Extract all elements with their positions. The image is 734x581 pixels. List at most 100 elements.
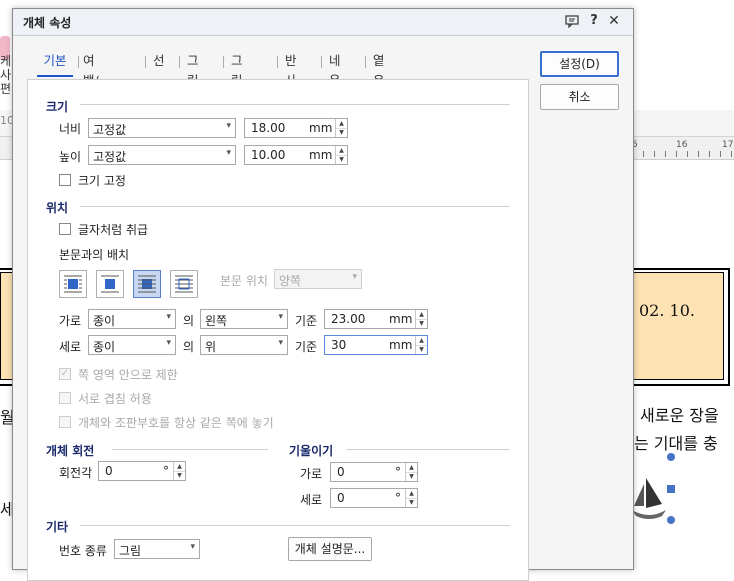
same-page-label: 개체와 조판부호를 항상 같은 쪽에 놓기 xyxy=(78,416,274,430)
ship-image[interactable] xyxy=(632,474,666,522)
horizontal-label: 가로 xyxy=(59,314,82,328)
skew-h-label: 가로 xyxy=(300,467,323,481)
width-mode-select[interactable]: 고정값 ▾ xyxy=(88,118,236,138)
tab-picture[interactable]: 그림 xyxy=(187,51,199,88)
restrict-checkbox[interactable]: ✓ xyxy=(59,368,71,380)
chevron-down-icon: ▾ xyxy=(226,121,231,131)
height-mode-select[interactable]: 고정값 ▾ xyxy=(88,145,236,165)
tab-neon[interactable]: 네온 xyxy=(329,51,341,88)
help-icon[interactable]: ? xyxy=(586,13,602,29)
spin-down-icon[interactable]: ▼ xyxy=(416,345,427,354)
ok-button[interactable]: 설정(D) xyxy=(540,51,619,77)
number-type-value: 그림 xyxy=(119,544,142,558)
horizontal-align-select[interactable]: 왼쪽 ▾ xyxy=(200,309,288,329)
height-mode-value: 고정값 xyxy=(93,150,127,164)
overlap-label: 서로 겹침 허용 xyxy=(78,392,152,406)
body-position-select[interactable]: 양쪽 ▾ xyxy=(274,269,362,289)
dialog-titlebar[interactable]: 개체 속성 ? ✕ xyxy=(13,9,633,36)
chevron-down-icon: ▾ xyxy=(278,312,283,322)
width-label: 너비 xyxy=(59,122,82,136)
vertical-label: 세로 xyxy=(59,340,82,354)
spin-buttons: ▲ ▼ xyxy=(405,489,417,507)
chevron-down-icon: ▾ xyxy=(278,338,283,348)
vertical-align-value: 위 xyxy=(205,340,217,354)
wrap-top-bottom-button[interactable] xyxy=(96,270,124,298)
angle-label: 회전각 xyxy=(59,466,93,480)
spin-down-icon[interactable]: ▼ xyxy=(336,128,347,137)
overlap-checkbox[interactable] xyxy=(59,392,71,404)
spin-buttons: ▲ ▼ xyxy=(415,310,427,328)
ruler-number: 16 xyxy=(676,140,688,150)
chevron-down-icon: ▾ xyxy=(352,272,357,282)
divider xyxy=(80,525,510,526)
section-rotation: 개체 회전 xyxy=(46,444,95,458)
tab-shadow[interactable]: 그림자 xyxy=(231,51,243,108)
basis-label: 기준 xyxy=(295,340,318,354)
vertical-offset-input[interactable]: 30 mm ▲ ▼ xyxy=(324,335,428,355)
selection-handle[interactable] xyxy=(667,453,675,461)
selection-handle[interactable] xyxy=(667,516,675,524)
chevron-down-icon: ▾ xyxy=(166,312,171,322)
spin-down-icon[interactable]: ▼ xyxy=(416,319,427,328)
wrap-in-front-button[interactable] xyxy=(170,270,198,298)
object-description-button[interactable]: 개체 설명문... xyxy=(288,537,372,561)
section-position: 위치 xyxy=(46,201,69,215)
height-label: 높이 xyxy=(59,150,82,164)
restrict-label: 쪽 영역 안으로 제한 xyxy=(78,368,178,382)
horizontal-ref-select[interactable]: 종이 ▾ xyxy=(88,309,176,329)
spin-down-icon[interactable]: ▼ xyxy=(174,471,185,480)
spin-down-icon[interactable]: ▼ xyxy=(406,472,417,481)
tab-separator xyxy=(145,56,146,68)
basis-label: 기준 xyxy=(295,314,318,328)
tab-line[interactable]: 선 xyxy=(153,51,165,75)
section-etc: 기타 xyxy=(46,520,69,534)
doc-line: 새로운 장을 xyxy=(640,406,719,425)
fix-size-checkbox[interactable] xyxy=(59,174,71,186)
number-type-select[interactable]: 그림 ▾ xyxy=(114,539,200,559)
vertical-align-select[interactable]: 위 ▾ xyxy=(200,335,288,355)
wrap-behind-text-button[interactable] xyxy=(133,270,161,298)
cancel-button[interactable]: 취소 xyxy=(540,84,619,110)
horizontal-offset-value: 23.00 xyxy=(331,312,366,326)
ruler-ticks xyxy=(632,151,732,157)
unit-label: mm xyxy=(309,148,333,162)
vertical-offset-value: 30 xyxy=(331,338,347,352)
divider xyxy=(80,104,510,105)
vertical-ref-value: 종이 xyxy=(93,340,116,354)
close-icon[interactable]: ✕ xyxy=(606,13,622,29)
width-mode-value: 고정값 xyxy=(93,123,127,137)
tab-margin-caption[interactable]: 여백/캡션 xyxy=(83,51,99,128)
divider xyxy=(80,206,510,207)
treat-as-char-label: 글자처럼 취급 xyxy=(78,223,149,237)
rotation-angle-input[interactable]: 0 ° ▲ ▼ xyxy=(98,461,186,481)
tab-separator xyxy=(365,56,366,68)
ruler-number: 17 xyxy=(722,140,734,150)
selection-handle[interactable] xyxy=(667,485,675,493)
spin-down-icon[interactable]: ▼ xyxy=(336,155,347,164)
tab-basic[interactable]: 기본 xyxy=(37,51,73,77)
horizontal-offset-input[interactable]: 23.00 mm ▲ ▼ xyxy=(324,309,428,329)
comment-icon[interactable] xyxy=(564,13,580,29)
height-input[interactable]: 10.00 mm ▲ ▼ xyxy=(244,145,348,165)
doc-line: 는 기대를 충 xyxy=(634,434,718,453)
skew-h-input[interactable]: 0 ° ▲ ▼ xyxy=(330,462,418,482)
vertical-ref-select[interactable]: 종이 ▾ xyxy=(88,335,176,355)
chevron-down-icon: ▾ xyxy=(226,148,231,158)
same-page-checkbox[interactable] xyxy=(59,416,71,428)
layout-label: 본문과의 배치 xyxy=(59,248,130,262)
chevron-down-icon: ▾ xyxy=(166,338,171,348)
treat-as-char-checkbox[interactable] xyxy=(59,223,71,235)
divider xyxy=(346,449,510,450)
tab-soft-edge[interactable]: 옅은 테두리 xyxy=(373,51,385,148)
wrap-square-button[interactable] xyxy=(59,270,87,298)
body-position-label: 본문 위치 xyxy=(220,274,268,288)
dialog-title: 개체 속성 xyxy=(23,16,72,30)
tab-reflection[interactable]: 반사 xyxy=(285,51,297,88)
spin-down-icon[interactable]: ▼ xyxy=(406,498,417,507)
tab-separator xyxy=(78,56,79,68)
width-input[interactable]: 18.00 mm ▲ ▼ xyxy=(244,118,348,138)
tab-panel-basic: 크기 너비 고정값 ▾ 18.00 mm ▲ ▼ 높이 고정값 ▾ 10.00 … xyxy=(27,79,529,581)
skew-v-input[interactable]: 0 ° ▲ ▼ xyxy=(330,488,418,508)
divider xyxy=(112,449,268,450)
spin-buttons: ▲ ▼ xyxy=(335,119,347,137)
